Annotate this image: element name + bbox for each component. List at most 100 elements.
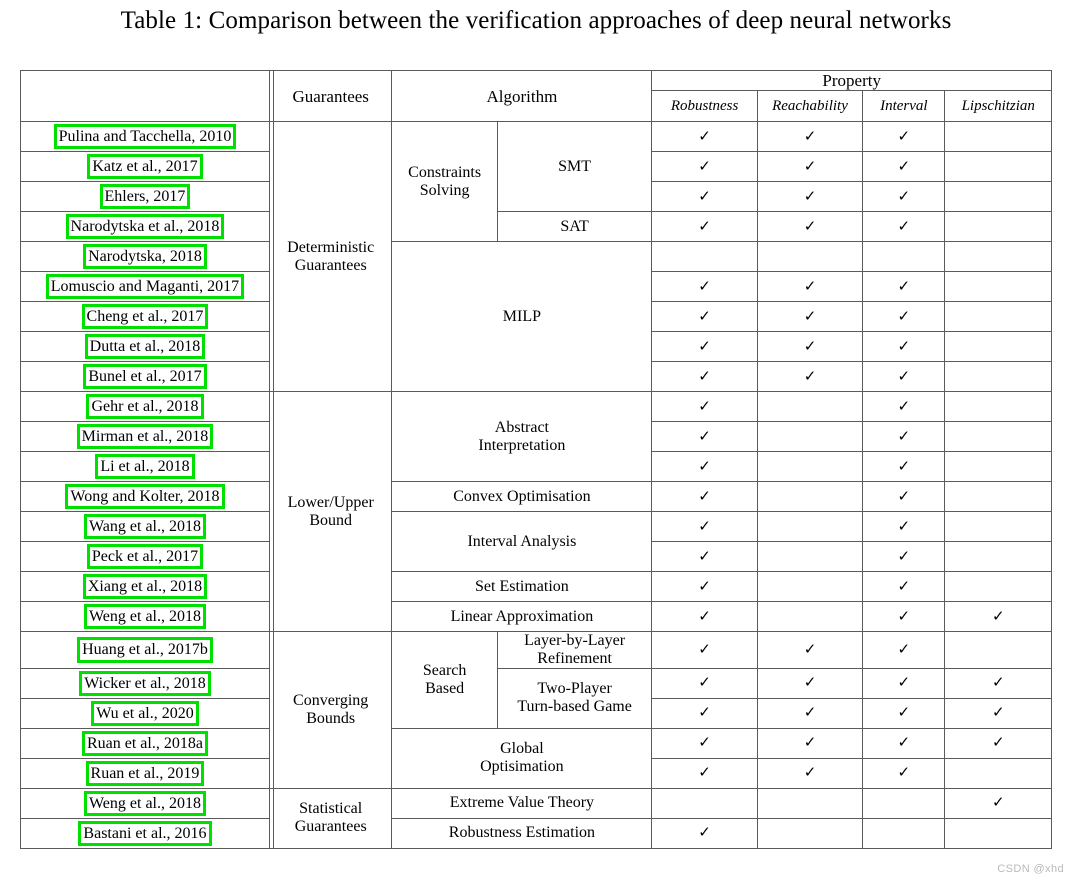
prop-robustness-cell: ✓	[651, 211, 758, 243]
section-converging-bounds: Huang et al., 2017b Converging Bounds Se…	[20, 631, 1052, 790]
prop-robustness-cell: ✓	[651, 121, 758, 153]
prop-reachability-cell: ✓	[756, 211, 864, 243]
reference-box[interactable]: Wong and Kolter, 2018	[65, 483, 225, 510]
reference-box[interactable]: Xiang et al., 2018	[82, 573, 208, 600]
reference-cell: Wang et al., 2018	[20, 511, 275, 543]
prop-lipschitzian-cell: ✓	[944, 757, 1052, 789]
prop-interval-cell: ✓	[862, 451, 946, 483]
reference-box[interactable]: Dutta et al., 2018	[84, 333, 206, 360]
reference-box[interactable]: Ehlers, 2017	[99, 183, 191, 210]
prop-lipschitzian-cell: ✓	[944, 391, 1052, 423]
reference-cell: Wong and Kolter, 2018	[20, 481, 275, 513]
check-icon: ✓	[897, 278, 911, 295]
reference-box[interactable]: Huang et al., 2017b	[77, 637, 213, 663]
table-row: Narodytska et al., 2018 SAT ✓ ✓ ✓ ✓	[20, 211, 1052, 243]
prop-robustness-cell: ✓	[651, 361, 758, 393]
reference-box[interactable]: Weng et al., 2018	[83, 790, 206, 817]
reference-cell: Gehr et al., 2018	[20, 391, 275, 423]
table-row: Bastani et al., 2016 Robustness Estimati…	[20, 817, 1052, 850]
guarantee-cell: Converging Bounds	[268, 631, 393, 789]
reference-box[interactable]: Peck et al., 2017	[86, 543, 204, 570]
check-icon: ✓	[698, 578, 711, 595]
check-icon: ✓	[897, 368, 911, 385]
prop-reachability-cell: ✓	[756, 151, 864, 183]
prop-lipschitzian-cell: ✓	[944, 601, 1052, 633]
reference-cell: Lomuscio and Maganti, 2017	[20, 271, 275, 303]
prop-reachability-cell: ✓	[756, 301, 864, 333]
prop-reachability-cell: ✓	[756, 541, 864, 573]
prop-robustness-cell: ✓	[651, 331, 758, 363]
table-row: Wicker et al., 2018 Two-Player Turn-base…	[20, 667, 1052, 729]
reference-box[interactable]: Pulina and Tacchella, 2010	[53, 123, 237, 150]
reference-box[interactable]: Ruan et al., 2018a	[81, 730, 208, 757]
algorithm-group-cell: Constraints Solving	[391, 121, 498, 243]
reference-cell: Narodytska, 2018	[20, 241, 275, 273]
prop-reachability-cell: ✓	[756, 121, 864, 153]
header-reference	[20, 69, 275, 123]
prop-reachability-cell: ✓	[756, 667, 864, 699]
prop-lipschitzian-cell: ✓	[944, 667, 1052, 699]
section-statistical-guarantees: Weng et al., 2018 Statistical Guarantees…	[20, 787, 1052, 850]
check-icon: ✓	[991, 735, 1005, 752]
prop-lipschitzian-cell: ✓	[944, 181, 1052, 213]
check-icon: ✓	[698, 488, 711, 505]
table-caption: Table 1: Comparison between the verifica…	[120, 7, 952, 34]
header-property: Property	[651, 69, 1052, 92]
prop-robustness-cell: ✓	[651, 181, 758, 213]
check-icon: ✓	[897, 765, 911, 782]
check-icon: ✓	[698, 368, 711, 385]
reference-box[interactable]: Ruan et al., 2019	[85, 760, 205, 787]
reference-box[interactable]: Bunel et al., 2017	[83, 363, 207, 390]
reference-box[interactable]: Lomuscio and Maganti, 2017	[45, 273, 245, 300]
prop-robustness-cell: ✓	[651, 727, 758, 759]
check-icon: ✓	[803, 278, 817, 295]
check-icon: ✓	[698, 158, 711, 175]
reference-box[interactable]: Katz et al., 2017	[87, 153, 203, 180]
check-icon: ✓	[991, 705, 1005, 722]
prop-lipschitzian-cell: ✓	[944, 787, 1052, 819]
check-icon: ✓	[803, 218, 817, 235]
reference-box[interactable]: Weng et al., 2018	[83, 603, 206, 630]
prop-robustness-cell: ✓	[651, 481, 758, 513]
header-interval: Interval	[862, 90, 946, 123]
prop-interval-cell: ✓	[862, 331, 946, 363]
reference-box[interactable]: Wicker et al., 2018	[79, 670, 211, 697]
reference-cell: Huang et al., 2017b	[20, 631, 275, 670]
reference-cell: Katz et al., 2017	[20, 151, 275, 183]
prop-robustness-cell: ✓	[651, 667, 758, 699]
prop-interval-cell: ✓	[862, 211, 946, 243]
prop-lipschitzian-cell: ✓	[944, 727, 1052, 759]
prop-lipschitzian-cell: ✓	[944, 211, 1052, 243]
table-row: Narodytska, 2018 MILP ✓ ✓ ✓ ✓	[20, 241, 1052, 393]
check-icon: ✓	[698, 765, 711, 782]
reference-box[interactable]: Narodytska, 2018	[83, 243, 207, 270]
reference-box[interactable]: Narodytska et al., 2018	[65, 213, 225, 240]
check-icon: ✓	[698, 188, 711, 205]
reference-box[interactable]: Wang et al., 2018	[83, 513, 206, 540]
reference-box[interactable]: Wu et al., 2020	[91, 700, 199, 727]
table-header: Guarantees Algorithm Property Robustness…	[20, 69, 1052, 123]
reference-cell: Weng et al., 2018	[20, 787, 275, 820]
reference-cell: Xiang et al., 2018	[20, 571, 275, 603]
check-icon: ✓	[897, 641, 911, 658]
reference-box[interactable]: Li et al., 2018	[95, 453, 195, 480]
prop-reachability-cell: ✓	[756, 421, 864, 453]
check-icon: ✓	[698, 608, 711, 625]
prop-lipschitzian-cell: ✓	[944, 241, 1052, 273]
check-icon: ✓	[698, 735, 711, 752]
reference-box[interactable]: Bastani et al., 2016	[78, 820, 212, 847]
check-icon: ✓	[897, 488, 911, 505]
prop-robustness-cell: ✓	[651, 451, 758, 483]
reference-cell: Ruan et al., 2019	[20, 757, 275, 790]
reference-box[interactable]: Cheng et al., 2017	[81, 303, 209, 330]
guarantee-cell: Deterministic Guarantees	[268, 121, 393, 393]
prop-lipschitzian-cell: ✓	[944, 631, 1052, 669]
reference-box[interactable]: Mirman et al., 2018	[76, 423, 214, 450]
table-row: Weng et al., 2018 Linear Approximation ✓…	[20, 601, 1052, 633]
check-icon: ✓	[897, 608, 911, 625]
prop-lipschitzian-cell: ✓	[944, 331, 1052, 363]
prop-robustness-cell: ✓	[651, 697, 758, 729]
table-row: Wong and Kolter, 2018 Convex Optimisatio…	[20, 481, 1052, 513]
prop-interval-cell: ✓	[862, 757, 946, 789]
reference-box[interactable]: Gehr et al., 2018	[86, 393, 204, 420]
